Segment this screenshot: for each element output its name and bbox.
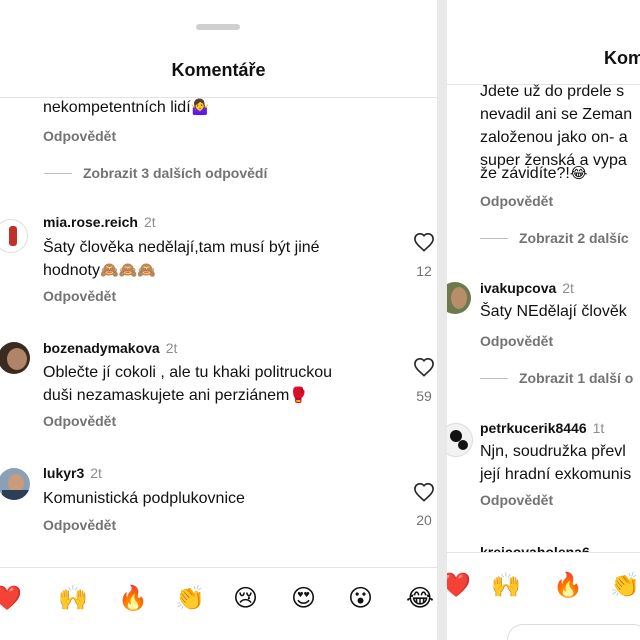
comment-text-line: Komunistická podplukovnice (43, 490, 245, 507)
avatar[interactable] (0, 468, 30, 500)
reply-button[interactable]: Odpovědět (480, 193, 553, 209)
comment-text-line: Šaty NEdělají člověk (480, 303, 627, 320)
comment-time: 2t (165, 340, 178, 356)
comment-text-line: Šaty člověka nedělají,tam musí být jiné (43, 239, 320, 256)
reply-button[interactable]: Odpovědět (480, 333, 553, 349)
raised-hands-emoji-button[interactable]: 🙌 (491, 570, 521, 600)
comments-panel-right: Komentá Jdete už do prdele s nevadil ani… (447, 0, 640, 640)
like-count: 12 (416, 263, 432, 279)
comment-author[interactable]: petrkucerik8446 1t (480, 420, 604, 436)
comments-panel-left: Komentáře nekompetentních lidí🤷‍♀️ Odpov… (0, 0, 437, 640)
see-no-evil-emoji: 🙈🙈🙈 (99, 261, 156, 279)
clapping-emoji-button[interactable]: 👏 (175, 583, 205, 613)
comment-time: 2t (562, 280, 574, 296)
comment-text-line: založenou jako on- a (480, 129, 628, 146)
view-more-replies[interactable]: Zobrazit 1 další o (519, 370, 633, 386)
fire-emoji-button[interactable]: 🔥 (118, 583, 148, 613)
heart-eyes-emoji-button[interactable]: 😍 (291, 583, 316, 613)
comment-text-line: její hradní exkomunis (480, 466, 632, 483)
clapping-emoji-button[interactable]: 👏 (610, 570, 640, 600)
comment-text-line: hodnoty🙈🙈🙈 (43, 261, 156, 279)
reply-button[interactable]: Odpovědět (43, 288, 116, 304)
comment-text-fragment: nekompetentních lidí (43, 99, 191, 116)
reply-button[interactable]: Odpovědět (43, 517, 116, 533)
panel-title: Komentáře (171, 60, 266, 80)
comment-text: nekompetentních lidí🤷‍♀️ (43, 96, 209, 119)
heart-icon[interactable] (413, 357, 435, 377)
boxing-glove-emoji: 🥊 (289, 386, 309, 404)
heart-icon[interactable] (413, 232, 435, 252)
comment-text-line: Jdete už do prdele s (480, 83, 625, 100)
crying-emoji-button[interactable]: 😢 (233, 583, 258, 613)
comment-author[interactable]: bozenadymakova 2t (43, 340, 177, 356)
comment-input[interactable] (507, 624, 640, 640)
more-replies-line (44, 173, 72, 174)
emoji-bar-divider (447, 552, 640, 553)
reply-button[interactable]: Odpovědět (43, 128, 116, 144)
raised-hands-emoji-button[interactable]: 🙌 (58, 583, 88, 613)
avatar[interactable] (447, 282, 471, 314)
emoji-reaction-bar: ❤️ 🙌 🔥 👏 😢 😍 😮 😂 (0, 568, 437, 626)
comment-author[interactable]: ivakupcova 2t (480, 280, 574, 296)
comment-time: 2t (143, 214, 156, 230)
drag-handle[interactable] (196, 24, 240, 30)
comment-text-line: Oblečte jí cokoli , ale tu khaki politru… (43, 364, 333, 381)
fire-emoji-button[interactable]: 🔥 (553, 570, 583, 600)
reply-button[interactable]: Odpovědět (480, 492, 553, 508)
laughing-emoji: 😂 (569, 164, 588, 182)
view-more-replies[interactable]: Zobrazit 2 dalšíc (519, 230, 629, 246)
comment-text-line: že závidíte?!😂 (480, 164, 588, 182)
comment-author[interactable]: mia.rose.reich 2t (43, 214, 156, 230)
more-replies-line (480, 378, 508, 379)
like-count: 59 (416, 388, 432, 404)
view-more-replies[interactable]: Zobrazit 3 dalších odpovědí (83, 165, 267, 181)
comment-time: 2t (90, 465, 102, 481)
laughing-emoji-button[interactable]: 😂 (406, 583, 434, 613)
comment-text-line: Njn, soudružka převl (480, 443, 626, 460)
panel-title: Komentá (604, 48, 640, 68)
more-replies-line (480, 238, 508, 239)
comment-time: 1t (592, 420, 605, 436)
comment-text-line: nevadil ani se Zeman (480, 106, 633, 123)
avatar[interactable] (0, 342, 30, 374)
like-count: 20 (416, 512, 432, 528)
avatar[interactable] (447, 423, 473, 457)
reply-button[interactable]: Odpovědět (43, 413, 116, 429)
comment-author[interactable]: lukyr3 2t (43, 465, 102, 481)
heart-icon[interactable] (413, 482, 435, 502)
comment-text-line: duši nezamaskujete ani perziánem🥊 (43, 386, 309, 404)
shrug-emoji: 🤷‍♀️ (190, 98, 210, 116)
heart-emoji-button[interactable]: ❤️ (0, 583, 22, 613)
surprised-emoji-button[interactable]: 😮 (348, 583, 373, 613)
heart-emoji-button[interactable]: ❤️ (447, 570, 471, 600)
avatar[interactable] (0, 219, 28, 253)
